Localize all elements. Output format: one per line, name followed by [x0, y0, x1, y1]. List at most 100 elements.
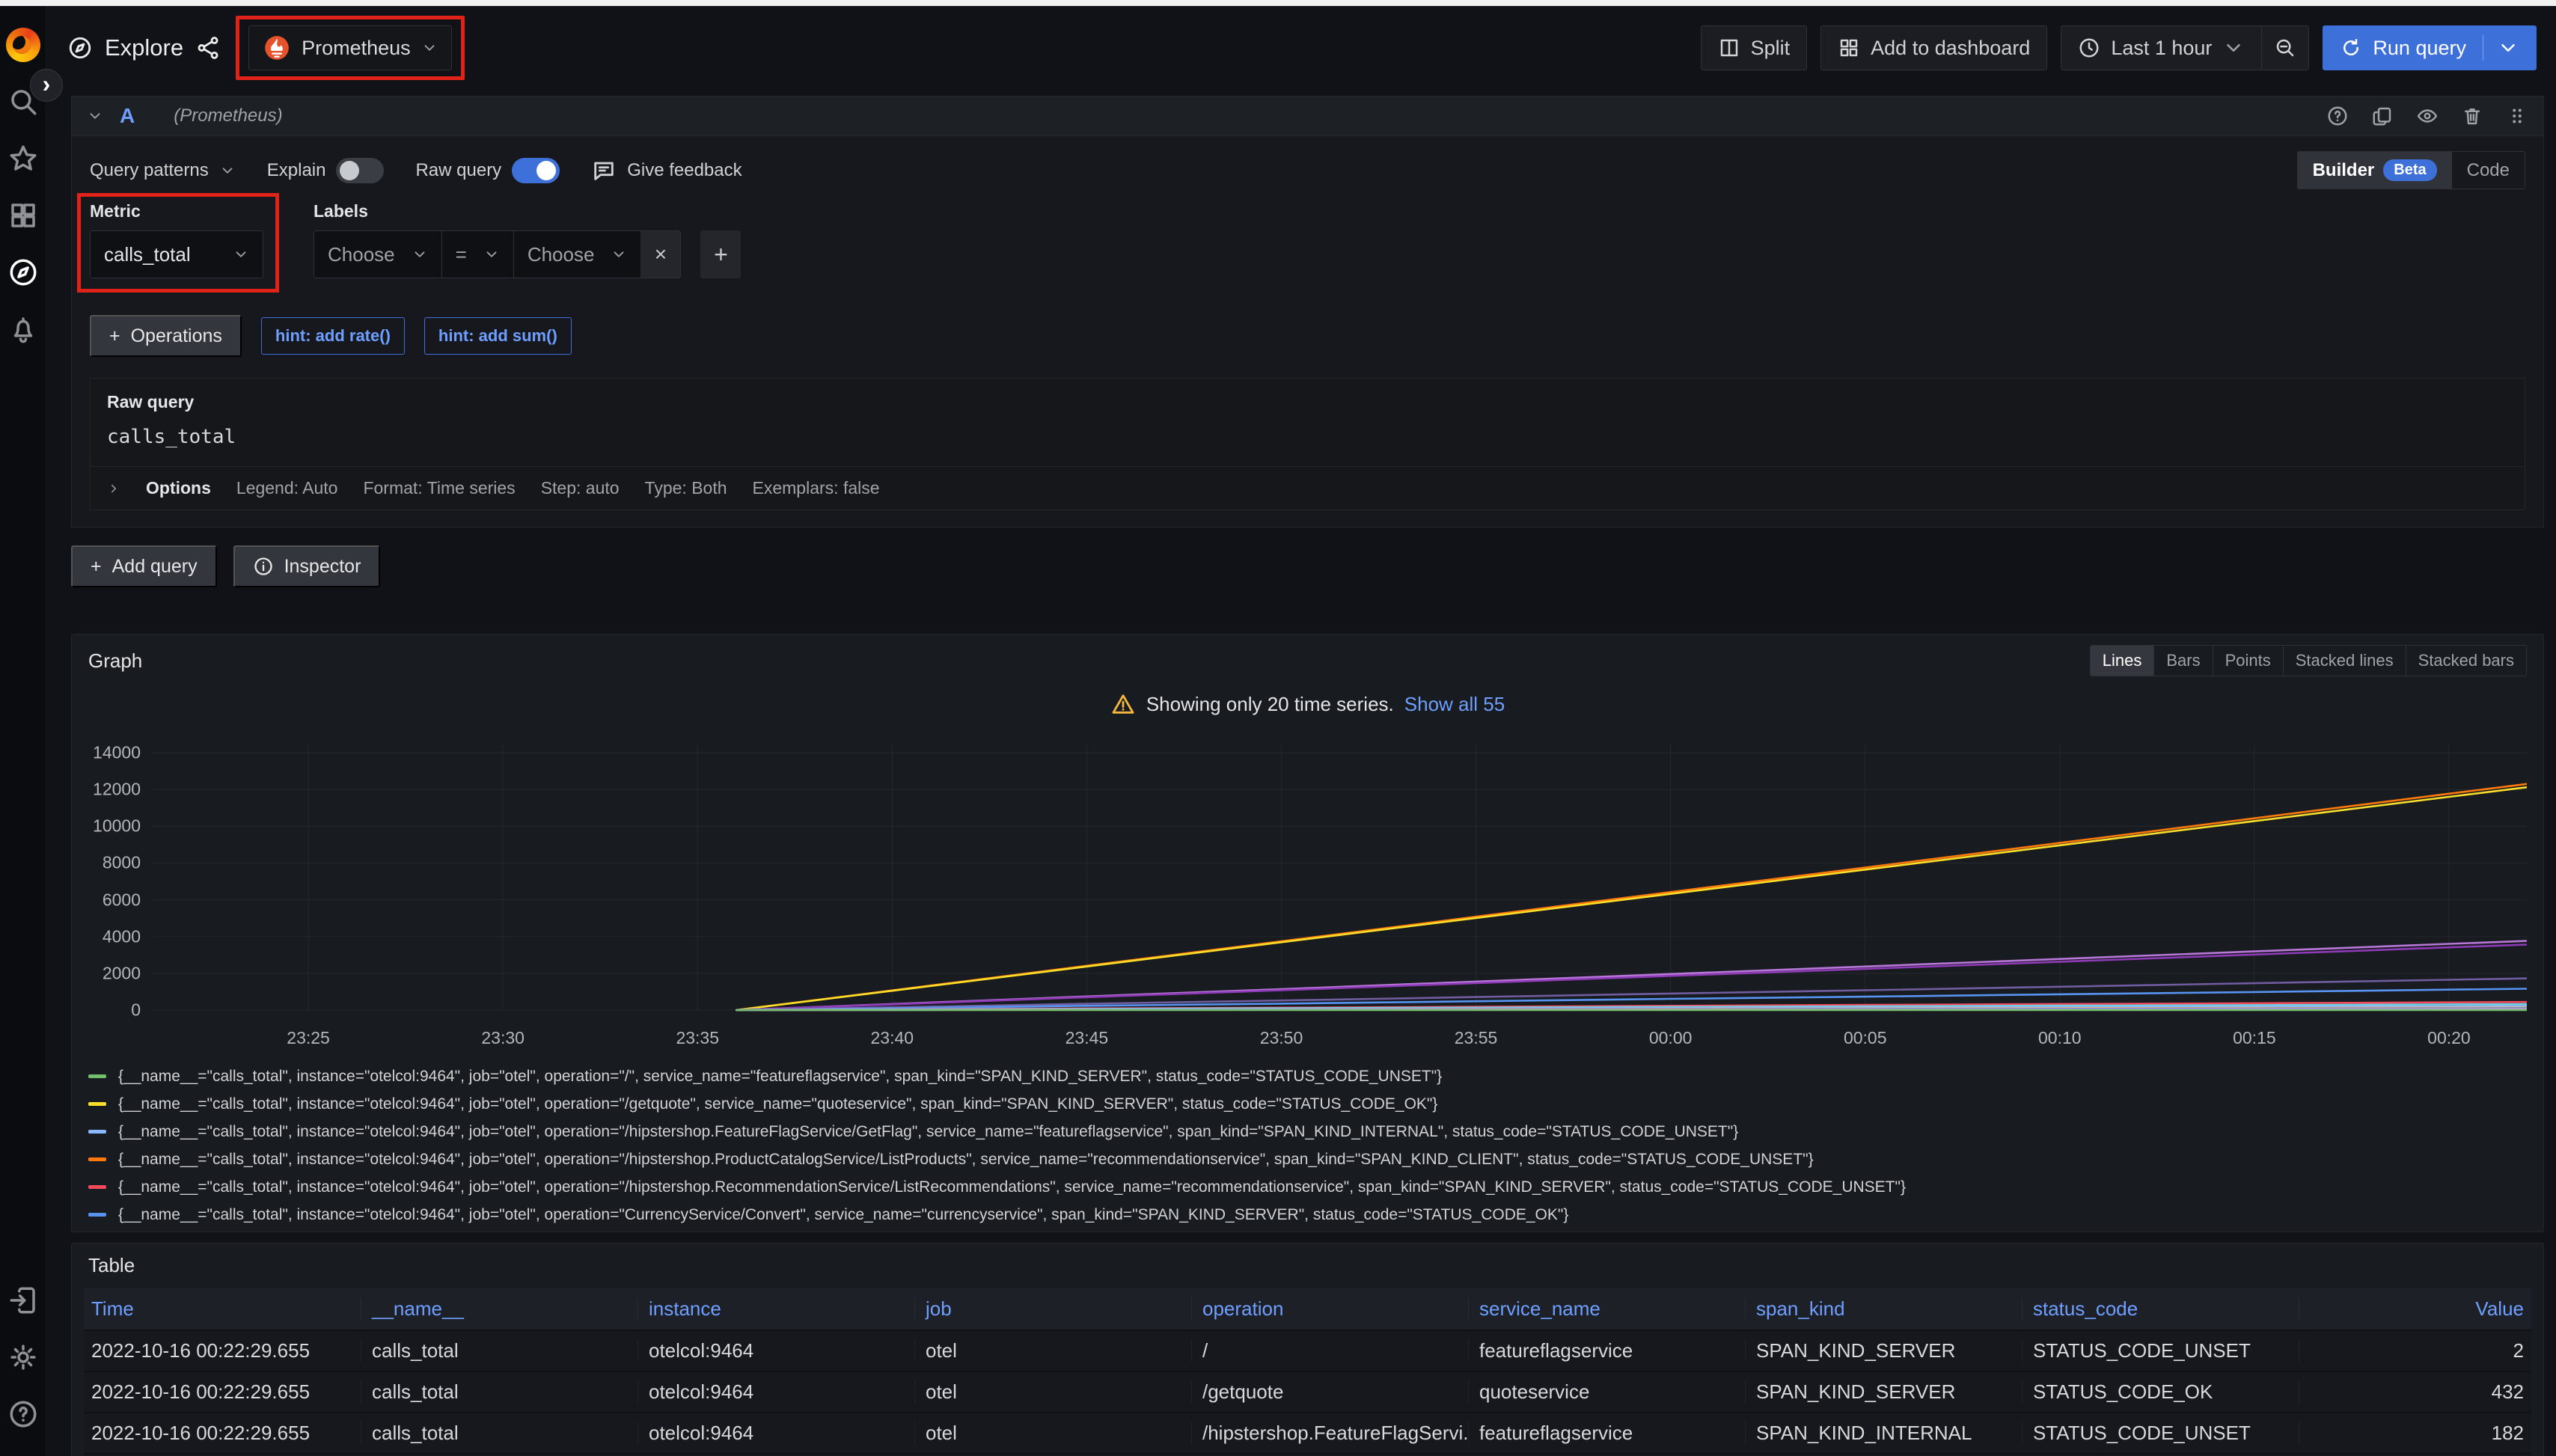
table-cell: otelcol:9464: [638, 1380, 914, 1404]
series-color-swatch: [88, 1213, 106, 1217]
metric-label: Metric: [90, 201, 263, 221]
legend-item[interactable]: {__name__="calls_total", instance="otelc…: [88, 1062, 2527, 1090]
series-color-swatch: [88, 1102, 106, 1106]
column-header-spankind[interactable]: span_kind: [1745, 1297, 2022, 1321]
open-menu-chevron-button[interactable]: ›: [30, 69, 63, 102]
table-cell: 182: [2299, 1422, 2531, 1445]
add-query-button[interactable]: + Add query: [71, 545, 217, 587]
table-cell: 2022-10-16 00:22:29.655: [84, 1339, 361, 1362]
column-header-Value[interactable]: Value: [2299, 1297, 2531, 1321]
graph-panel-title: Graph: [88, 649, 142, 673]
chevron-down-icon: [483, 246, 500, 263]
series-color-swatch: [88, 1185, 106, 1189]
legend-label: {__name__="calls_total", instance="otelc…: [118, 1151, 1814, 1169]
option-step: Step: auto: [541, 478, 620, 498]
run-query-button[interactable]: Run query: [2323, 25, 2537, 70]
column-header-statuscode[interactable]: status_code: [2022, 1297, 2299, 1321]
give-feedback-link[interactable]: Give feedback: [591, 158, 742, 183]
explain-label: Explain: [267, 160, 326, 181]
graph-plot-area[interactable]: [153, 736, 2527, 1021]
column-header-instance[interactable]: instance: [638, 1297, 914, 1321]
legend-label: {__name__="calls_total", instance="otelc…: [118, 1095, 1437, 1113]
add-to-dashboard-button[interactable]: Add to dashboard: [1820, 25, 2047, 70]
x-axis: 23:2523:3023:3523:4023:4523:5023:5500:00…: [153, 1022, 2527, 1053]
help-icon[interactable]: [0, 1386, 46, 1443]
label-operator-select[interactable]: =: [441, 230, 513, 278]
graph-mode-stacked-bars[interactable]: Stacked bars: [2406, 646, 2526, 676]
table-cell: 2022-10-16 00:22:29.655: [84, 1422, 361, 1445]
table-cell: otel: [914, 1422, 1191, 1445]
show-all-series-link[interactable]: Show all 55: [1404, 693, 1505, 716]
results-table: Time__name__instancejoboperationservice_…: [84, 1288, 2531, 1456]
query-row-header[interactable]: A (Prometheus): [71, 96, 2544, 136]
alerting-bell-icon[interactable]: [0, 301, 46, 358]
beta-badge: Beta: [2383, 159, 2436, 181]
column-header-operation[interactable]: operation: [1191, 1297, 1468, 1321]
search-minus-icon: [2274, 37, 2296, 59]
legend-label: {__name__="calls_total", instance="otelc…: [118, 1123, 1738, 1141]
label-key-select[interactable]: Choose: [314, 230, 441, 278]
legend-item[interactable]: {__name__="calls_total", instance="otelc…: [88, 1090, 2527, 1118]
legend-item[interactable]: {__name__="calls_total", instance="otelc…: [88, 1145, 2527, 1173]
share-alt-icon[interactable]: [195, 35, 221, 61]
query-patterns-dropdown[interactable]: Query patterns: [90, 160, 236, 181]
query-datasource-hint: (Prometheus): [174, 105, 282, 126]
legend-item[interactable]: {__name__="calls_total", instance="otelc…: [88, 1118, 2527, 1145]
add-label-filter-button[interactable]: +: [700, 230, 741, 278]
sign-in-icon[interactable]: [0, 1272, 46, 1329]
table-panel-title: Table: [88, 1254, 135, 1277]
column-header-job[interactable]: job: [914, 1297, 1191, 1321]
time-range-button[interactable]: Last 1 hour: [2061, 25, 2262, 70]
column-header-name[interactable]: __name__: [361, 1297, 638, 1321]
zoom-out-time-button[interactable]: [2262, 25, 2309, 70]
label-value-select[interactable]: Choose: [513, 230, 641, 278]
page-title: Explore: [67, 34, 221, 61]
split-icon: [1718, 37, 1740, 59]
legend-item[interactable]: {__name__="calls_total", instance="otelc…: [88, 1201, 2527, 1229]
query-options-row[interactable]: Options Legend: Auto Format: Time series…: [90, 467, 2525, 510]
graph-mode-lines[interactable]: Lines: [2091, 646, 2154, 676]
duplicate-query-icon[interactable]: [2371, 105, 2394, 127]
settings-gear-icon[interactable]: [0, 1329, 46, 1386]
table-cell: calls_total: [361, 1380, 638, 1404]
raw-query-label: Raw query: [415, 160, 501, 181]
grafana-logo-icon[interactable]: [0, 16, 46, 73]
legend-item[interactable]: {__name__="calls_total", instance="otelc…: [88, 1229, 2527, 1232]
explain-toggle[interactable]: [336, 158, 384, 183]
graph-mode-bars[interactable]: Bars: [2153, 646, 2212, 676]
raw-query-toggle[interactable]: [512, 158, 560, 183]
datasource-picker[interactable]: Prometheus: [248, 25, 452, 70]
drag-handle-icon[interactable]: [2506, 105, 2528, 127]
chevron-down-icon: [412, 246, 428, 263]
hint-add-sum-button[interactable]: hint: add sum(): [424, 317, 572, 355]
collapse-chevron-icon[interactable]: [87, 108, 103, 124]
builder-mode-button[interactable]: Builder Beta: [2298, 152, 2452, 189]
column-header-servicename[interactable]: service_name: [1468, 1297, 1745, 1321]
explore-icon[interactable]: [0, 244, 46, 301]
dashboards-icon[interactable]: [0, 187, 46, 244]
inspector-button[interactable]: Inspector: [233, 545, 381, 587]
query-help-icon[interactable]: [2326, 105, 2349, 127]
table-cell: SPAN_KIND_INTERNAL: [1745, 1422, 2022, 1445]
legend-item[interactable]: {__name__="calls_total", instance="otelc…: [88, 1173, 2527, 1201]
table-cell: STATUS_CODE_UNSET: [2022, 1339, 2299, 1362]
graph-mode-points[interactable]: Points: [2213, 646, 2283, 676]
remove-query-trash-icon[interactable]: [2461, 105, 2483, 127]
table-cell: SPAN_KIND_SERVER: [1745, 1380, 2022, 1404]
column-header-Time[interactable]: Time: [84, 1297, 361, 1321]
hint-add-rate-button[interactable]: hint: add rate(): [261, 317, 405, 355]
code-mode-button[interactable]: Code: [2452, 152, 2525, 189]
metric-select[interactable]: calls_total: [90, 230, 263, 278]
starred-icon[interactable]: [0, 130, 46, 187]
remove-label-filter-button[interactable]: ×: [640, 230, 681, 278]
graph-mode-stacked-lines[interactable]: Stacked lines: [2283, 646, 2406, 676]
chevron-down-icon: [2497, 37, 2519, 59]
series-color-swatch: [88, 1157, 106, 1161]
time-picker: Last 1 hour: [2061, 25, 2309, 70]
graph-style-switch: Lines Bars Points Stacked lines Stacked …: [2090, 645, 2527, 676]
disable-query-eye-icon[interactable]: [2416, 105, 2439, 127]
y-axis: 02000400060008000100001200014000: [88, 736, 153, 1021]
split-button[interactable]: Split: [1701, 25, 1808, 70]
add-operation-button[interactable]: + Operations: [90, 315, 242, 357]
table-cell: 2: [2299, 1339, 2531, 1362]
